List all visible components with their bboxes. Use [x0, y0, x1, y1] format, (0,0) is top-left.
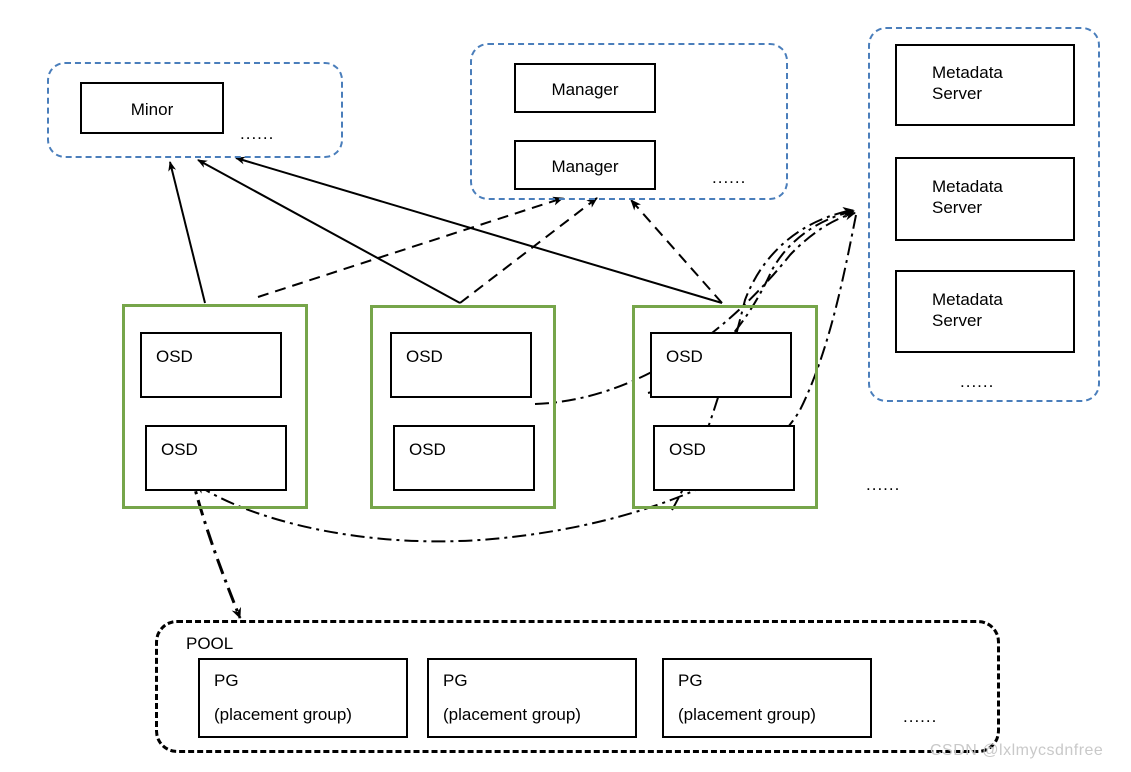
monitor-node-label: Minor	[130, 100, 174, 119]
manager-node-2[interactable]: Manager	[514, 140, 656, 190]
pool-group-title: POOL	[186, 634, 234, 653]
metadata-server-node-3-label: Metadata Server	[932, 290, 1003, 330]
pool-pg-node-3-line1: PG	[678, 671, 703, 690]
pool-pg-node-2-line1: PG	[443, 671, 468, 690]
osd-host-3-node-2-label: OSD	[669, 440, 706, 459]
osd-host-3-node-1-label: OSD	[666, 347, 703, 366]
edge-osd2-to-monitor	[197, 159, 461, 304]
edge-osd1-to-manager	[257, 196, 564, 298]
osd-host-1-node-1[interactable]: OSD	[140, 332, 282, 398]
metadata-server-node-1-label: Metadata Server	[932, 63, 1003, 103]
metadata-server-node-2[interactable]: Metadata Server	[895, 157, 1075, 241]
osd-host-2-node-2-label: OSD	[409, 440, 446, 459]
monitor-node[interactable]: Minor	[80, 82, 224, 134]
metadata-server-node-1[interactable]: Metadata Server	[895, 44, 1075, 126]
osd-host-2-node-1-label: OSD	[406, 347, 443, 366]
diagram-canvas: Minor ...... Manager Manager ...... Meta…	[0, 0, 1131, 772]
metadata-server-node-2-label: Metadata Server	[932, 177, 1003, 217]
osd-host-1-node-2-label: OSD	[161, 440, 198, 459]
pool-pg-node-2-line2: (placement group)	[443, 705, 581, 724]
pool-pg-node-2[interactable]: PG (placement group)	[427, 658, 637, 738]
edge-osd1-to-monitor	[168, 161, 206, 304]
pool-pg-node-1-line1: PG	[214, 671, 239, 690]
osd-host-2-node-1[interactable]: OSD	[390, 332, 532, 398]
manager-node-1[interactable]: Manager	[514, 63, 656, 113]
edge-osd3-to-manager	[630, 199, 723, 304]
pool-pg-node-1-line2: (placement group)	[214, 705, 352, 724]
osd-host-3-node-1[interactable]: OSD	[650, 332, 792, 398]
manager-node-1-label: Manager	[551, 80, 619, 99]
osd-host-1-node-2[interactable]: OSD	[145, 425, 287, 491]
manager-group-ellipsis: ......	[712, 168, 747, 187]
pool-pg-node-3-line2: (placement group)	[678, 705, 816, 724]
csdn-watermark: CSDN @lxlmycsdnfree	[930, 742, 1104, 759]
pool-pg-node-3[interactable]: PG (placement group)	[662, 658, 872, 738]
osd-hosts-ellipsis: ......	[866, 475, 901, 494]
osd-host-2-node-2[interactable]: OSD	[393, 425, 535, 491]
manager-node-2-label: Manager	[551, 157, 619, 176]
osd-host-1-node-1-label: OSD	[156, 347, 193, 366]
metadata-server-node-3[interactable]: Metadata Server	[895, 270, 1075, 353]
metadata-server-group-ellipsis: ......	[960, 372, 995, 391]
monitor-group-ellipsis: ......	[240, 124, 275, 143]
edge-osd2-to-manager	[459, 197, 598, 304]
pool-group-ellipsis: ......	[903, 707, 938, 726]
osd-host-3-node-2[interactable]: OSD	[653, 425, 795, 491]
pool-pg-node-1[interactable]: PG (placement group)	[198, 658, 408, 738]
